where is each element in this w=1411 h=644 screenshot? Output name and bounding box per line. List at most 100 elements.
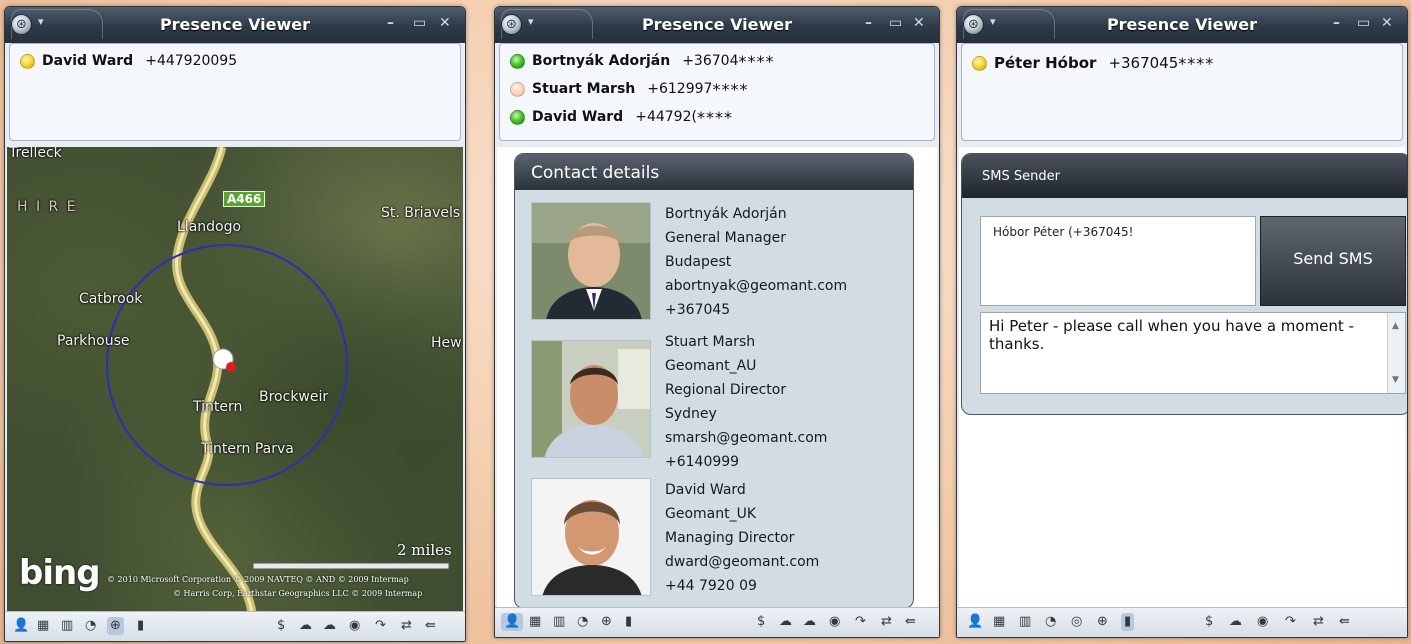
contact-list: Péter Hóbor +367045 **** <box>961 43 1403 141</box>
contact-role: Managing Director <box>665 530 795 546</box>
globe-icon[interactable]: ⊕ <box>1097 614 1108 630</box>
map-copyright: © 2010 Microsoft Corporation © 2009 NAVT… <box>107 575 409 584</box>
cloud-icon[interactable]: ☁ <box>299 618 312 634</box>
phone-icon[interactable]: ▮ <box>137 618 144 634</box>
title-bar[interactable]: ⊛ ▾ Presence Viewer – ▭ ✕ <box>495 7 939 43</box>
map-label: Hew <box>431 335 462 351</box>
contact-list: Bortnyák Adorján +36704 **** Stuart Mars… <box>499 43 935 141</box>
contact-city: Budapest <box>665 254 732 270</box>
map-label: Llandogo <box>177 219 242 235</box>
radio-icon[interactable]: ◉ <box>349 618 360 634</box>
bottom-toolbar: 👤 ▦ ▥ ◔ ⊕ ▮ $ ☁ ☁ ◉ ↷ ⇄ ⇚ <box>495 607 939 637</box>
map-label: Parkhouse <box>57 333 130 349</box>
dollar-icon[interactable]: $ <box>757 614 765 630</box>
user-icon[interactable]: 👤 <box>501 613 524 631</box>
back-icon[interactable]: ⇚ <box>425 618 436 634</box>
contact-phone[interactable]: +6140999 <box>665 450 827 474</box>
dollar-icon[interactable]: $ <box>277 618 285 634</box>
swap-icon[interactable]: ⇄ <box>401 618 412 634</box>
minimize-button[interactable]: – <box>387 15 394 31</box>
contact-row[interactable]: David Ward +447920095 <box>20 50 237 72</box>
globe-icon[interactable]: ⊕ <box>107 617 124 635</box>
status-offline-icon <box>510 81 525 97</box>
swap-icon[interactable]: ⇄ <box>881 614 892 630</box>
contact-number: +36704 <box>682 53 739 69</box>
contact-email[interactable]: dward@geomant.com <box>665 550 819 574</box>
minimize-button[interactable]: – <box>865 15 872 31</box>
swap-icon[interactable]: ⇄ <box>1313 614 1324 630</box>
bar-chart-icon[interactable]: ▥ <box>1019 614 1031 630</box>
contact-role: Regional Director <box>665 382 787 398</box>
pie-chart-icon[interactable]: ◔ <box>85 618 96 634</box>
contact-phone[interactable]: +367045 <box>665 298 847 322</box>
contact-info: Stuart Marsh Geomant_AU Regional Directo… <box>665 330 827 474</box>
contact-info: Bortnyák Adorján General Manager Budapes… <box>665 202 847 322</box>
bar-chart-icon[interactable]: ▥ <box>61 618 73 634</box>
contact-email[interactable]: abortnyak@geomant.com <box>665 274 847 298</box>
maximize-button[interactable]: ▭ <box>413 15 426 31</box>
send-sms-button[interactable]: Send SMS <box>1260 216 1406 306</box>
map-label: St. Briavels <box>381 205 461 221</box>
contact-company: Geomant_UK <box>665 506 757 522</box>
back-icon[interactable]: ⇚ <box>905 614 916 630</box>
contact-row[interactable]: David Ward +44792( **** <box>510 106 733 128</box>
grid-icon[interactable]: ▦ <box>529 614 541 630</box>
contact-name: Péter Hóbor <box>994 54 1097 72</box>
globe-icon[interactable]: ⊕ <box>601 614 612 630</box>
scroll-up-icon[interactable]: ▲ <box>1392 317 1399 335</box>
message-scrollbar[interactable]: ▲ ▼ <box>1387 313 1405 393</box>
maximize-button[interactable]: ▭ <box>889 15 902 31</box>
contact-role: General Manager <box>665 230 786 246</box>
phone-icon[interactable]: ▮ <box>625 614 632 630</box>
cloud-icon[interactable]: ☁ <box>779 614 792 630</box>
radio-icon[interactable]: ◉ <box>1257 614 1268 630</box>
close-button[interactable]: ✕ <box>439 15 451 31</box>
presence-window-map: ⊛ ▾ Presence Viewer – ▭ ✕ David Ward +44… <box>4 6 466 642</box>
sms-sender-header: SMS Sender <box>962 154 1407 198</box>
cloud-icon[interactable]: ☁ <box>323 618 336 634</box>
grid-icon[interactable]: ▦ <box>993 614 1005 630</box>
bottom-toolbar: 👤 ▦ ▥ ◔ ◎ ⊕ ▮ $ ☁ ◉ ↷ ⇄ ⇚ <box>957 607 1407 637</box>
cloud-icon[interactable]: ☁ <box>803 614 816 630</box>
dollar-icon[interactable]: $ <box>1205 614 1213 630</box>
map-label: Brockweir <box>259 389 329 405</box>
road-sign: A466 <box>223 191 266 207</box>
target-icon[interactable]: ◎ <box>1071 614 1082 630</box>
location-map[interactable]: Trelleck H I R E A466 Llandogo St. Briav… <box>7 147 463 611</box>
contact-name: David Ward <box>42 53 134 69</box>
pie-chart-icon[interactable]: ◔ <box>577 614 588 630</box>
minimize-button[interactable]: – <box>1333 15 1340 31</box>
title-bar[interactable]: ⊛ ▾ Presence Viewer – ▭ ✕ <box>957 7 1407 43</box>
sms-message-field[interactable]: Hi Peter - please call when you have a m… <box>980 312 1406 394</box>
scroll-down-icon[interactable]: ▼ <box>1392 371 1399 389</box>
cloud-icon[interactable]: ☁ <box>1229 614 1242 630</box>
user-icon[interactable]: 👤 <box>13 618 29 634</box>
contact-row[interactable]: Péter Hóbor +367045 **** <box>972 52 1214 74</box>
pie-chart-icon[interactable]: ◔ <box>1045 614 1056 630</box>
close-button[interactable]: ✕ <box>1381 15 1393 31</box>
masked-digits: **** <box>696 107 733 127</box>
maximize-button[interactable]: ▭ <box>1357 15 1370 31</box>
turn-icon[interactable]: ↷ <box>375 618 386 634</box>
scale-bar <box>252 562 450 570</box>
bar-chart-icon[interactable]: ▥ <box>553 614 565 630</box>
contact-email[interactable]: smarsh@geomant.com <box>665 426 827 450</box>
sms-recipient-field[interactable]: Hóbor Péter (+367045! <box>980 216 1256 306</box>
grid-icon[interactable]: ▦ <box>37 618 49 634</box>
contact-row[interactable]: Bortnyák Adorján +36704 **** <box>510 50 774 72</box>
radio-icon[interactable]: ◉ <box>829 614 840 630</box>
contact-name: David Ward <box>532 109 624 125</box>
map-label: Catbrook <box>79 291 143 307</box>
contact-phone[interactable]: +44 7920 09 <box>665 574 819 598</box>
contact-row[interactable]: Stuart Marsh +612997 **** <box>510 78 748 100</box>
turn-icon[interactable]: ↷ <box>855 614 866 630</box>
user-icon[interactable]: 👤 <box>967 614 983 630</box>
bottom-toolbar: 👤 ▦ ▥ ◔ ⊕ ▮ $ ☁ ☁ ◉ ↷ ⇄ ⇚ <box>5 611 465 641</box>
contact-full-name: David Ward <box>665 482 746 498</box>
back-icon[interactable]: ⇚ <box>1339 614 1350 630</box>
phone-icon[interactable]: ▮ <box>1121 613 1135 631</box>
title-bar[interactable]: ⊛ ▾ Presence Viewer – ▭ ✕ <box>5 7 465 43</box>
close-button[interactable]: ✕ <box>913 15 925 31</box>
contact-city: Sydney <box>665 406 717 422</box>
turn-icon[interactable]: ↷ <box>1285 614 1296 630</box>
